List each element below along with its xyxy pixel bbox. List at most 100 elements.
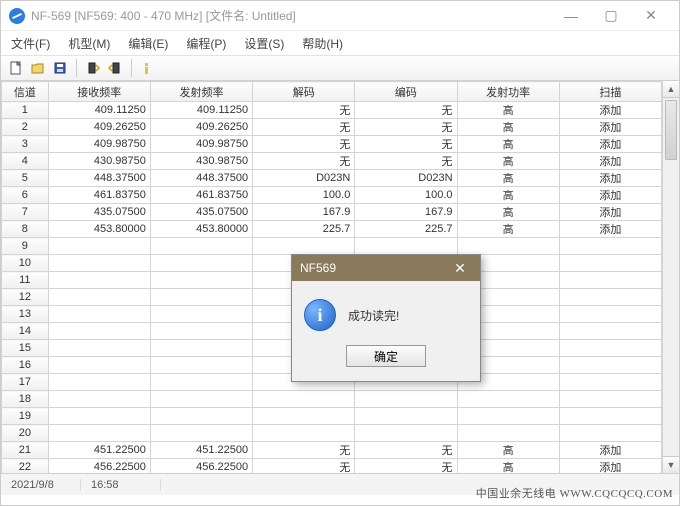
cell-rxfreq[interactable]: 409.26250 <box>48 119 150 136</box>
cell-encode[interactable] <box>355 425 457 442</box>
cell-channel[interactable]: 18 <box>2 391 49 408</box>
col-channel[interactable]: 信道 <box>2 82 49 102</box>
cell-txpower[interactable]: 高 <box>457 442 559 459</box>
cell-txpower[interactable]: 高 <box>457 221 559 238</box>
menu-program[interactable]: 编程(P) <box>182 33 230 54</box>
cell-rxfreq[interactable] <box>48 391 150 408</box>
table-row[interactable]: 20 <box>2 425 662 442</box>
cell-rxfreq[interactable] <box>48 408 150 425</box>
table-row[interactable]: 18 <box>2 391 662 408</box>
cell-channel[interactable]: 21 <box>2 442 49 459</box>
cell-scan[interactable] <box>559 425 661 442</box>
cell-encode[interactable]: 无 <box>355 102 457 119</box>
minimize-button[interactable]: — <box>551 3 591 29</box>
cell-scan[interactable] <box>559 408 661 425</box>
cell-channel[interactable]: 19 <box>2 408 49 425</box>
dialog-close-icon[interactable]: ✕ <box>448 260 472 277</box>
cell-txpower[interactable] <box>457 425 559 442</box>
cell-scan[interactable]: 添加 <box>559 221 661 238</box>
cell-txfreq[interactable] <box>150 391 252 408</box>
menu-edit[interactable]: 编辑(E) <box>124 33 172 54</box>
cell-decode[interactable]: 100.0 <box>253 187 355 204</box>
cell-channel[interactable]: 22 <box>2 459 49 474</box>
cell-rxfreq[interactable] <box>48 272 150 289</box>
cell-rxfreq[interactable] <box>48 238 150 255</box>
ok-button[interactable]: 确定 <box>346 345 426 367</box>
cell-encode[interactable]: 无 <box>355 136 457 153</box>
cell-channel[interactable]: 9 <box>2 238 49 255</box>
table-row[interactable]: 21451.22500451.22500无无高添加 <box>2 442 662 459</box>
save-file-icon[interactable] <box>51 59 69 77</box>
cell-scan[interactable] <box>559 289 661 306</box>
cell-channel[interactable]: 20 <box>2 425 49 442</box>
cell-encode[interactable]: 无 <box>355 119 457 136</box>
cell-channel[interactable]: 13 <box>2 306 49 323</box>
cell-txpower[interactable] <box>457 391 559 408</box>
cell-scan[interactable]: 添加 <box>559 187 661 204</box>
cell-channel[interactable]: 15 <box>2 340 49 357</box>
cell-txfreq[interactable] <box>150 374 252 391</box>
cell-txfreq[interactable]: 448.37500 <box>150 170 252 187</box>
cell-txfreq[interactable]: 409.11250 <box>150 102 252 119</box>
table-row[interactable]: 2409.26250409.26250无无高添加 <box>2 119 662 136</box>
cell-channel[interactable]: 8 <box>2 221 49 238</box>
col-encode[interactable]: 编码 <box>355 82 457 102</box>
scroll-up-icon[interactable]: ▲ <box>663 81 679 98</box>
scroll-down-icon[interactable]: ▼ <box>663 456 679 473</box>
cell-rxfreq[interactable]: 453.80000 <box>48 221 150 238</box>
cell-decode[interactable] <box>253 391 355 408</box>
maximize-button[interactable]: ▢ <box>591 3 631 29</box>
cell-encode[interactable] <box>355 408 457 425</box>
table-row[interactable]: 22456.22500456.22500无无高添加 <box>2 459 662 474</box>
close-button[interactable]: ✕ <box>631 3 671 29</box>
cell-txpower[interactable] <box>457 238 559 255</box>
cell-scan[interactable]: 添加 <box>559 102 661 119</box>
scroll-track[interactable] <box>663 98 679 456</box>
vertical-scrollbar[interactable]: ▲ ▼ <box>662 81 679 473</box>
menu-model[interactable]: 机型(M) <box>64 33 114 54</box>
cell-scan[interactable]: 添加 <box>559 459 661 474</box>
cell-rxfreq[interactable]: 435.07500 <box>48 204 150 221</box>
cell-channel[interactable]: 12 <box>2 289 49 306</box>
cell-encode[interactable] <box>355 391 457 408</box>
cell-txfreq[interactable]: 430.98750 <box>150 153 252 170</box>
read-radio-icon[interactable] <box>84 59 102 77</box>
cell-scan[interactable] <box>559 323 661 340</box>
cell-rxfreq[interactable]: 430.98750 <box>48 153 150 170</box>
col-scan[interactable]: 扫描 <box>559 82 661 102</box>
cell-channel[interactable]: 7 <box>2 204 49 221</box>
cell-decode[interactable]: 无 <box>253 459 355 474</box>
table-row[interactable]: 4430.98750430.98750无无高添加 <box>2 153 662 170</box>
menu-settings[interactable]: 设置(S) <box>240 33 288 54</box>
cell-decode[interactable]: 无 <box>253 102 355 119</box>
cell-encode[interactable]: 无 <box>355 442 457 459</box>
write-radio-icon[interactable] <box>106 59 124 77</box>
cell-scan[interactable] <box>559 238 661 255</box>
cell-rxfreq[interactable]: 409.11250 <box>48 102 150 119</box>
cell-scan[interactable] <box>559 306 661 323</box>
cell-channel[interactable]: 17 <box>2 374 49 391</box>
cell-encode[interactable]: 无 <box>355 153 457 170</box>
cell-encode[interactable]: 100.0 <box>355 187 457 204</box>
cell-scan[interactable] <box>559 340 661 357</box>
cell-scan[interactable]: 添加 <box>559 119 661 136</box>
cell-rxfreq[interactable] <box>48 340 150 357</box>
cell-rxfreq[interactable]: 456.22500 <box>48 459 150 474</box>
cell-channel[interactable]: 11 <box>2 272 49 289</box>
cell-encode[interactable]: 225.7 <box>355 221 457 238</box>
scroll-thumb[interactable] <box>665 100 677 160</box>
cell-txpower[interactable]: 高 <box>457 102 559 119</box>
cell-channel[interactable]: 10 <box>2 255 49 272</box>
cell-scan[interactable]: 添加 <box>559 153 661 170</box>
table-row[interactable]: 8453.80000453.80000225.7225.7高添加 <box>2 221 662 238</box>
cell-decode[interactable] <box>253 408 355 425</box>
cell-txpower[interactable]: 高 <box>457 170 559 187</box>
col-rxfreq[interactable]: 接收频率 <box>48 82 150 102</box>
cell-channel[interactable]: 4 <box>2 153 49 170</box>
menu-help[interactable]: 帮助(H) <box>298 33 347 54</box>
cell-decode[interactable]: D023N <box>253 170 355 187</box>
col-decode[interactable]: 解码 <box>253 82 355 102</box>
cell-decode[interactable]: 225.7 <box>253 221 355 238</box>
cell-rxfreq[interactable] <box>48 255 150 272</box>
cell-channel[interactable]: 16 <box>2 357 49 374</box>
